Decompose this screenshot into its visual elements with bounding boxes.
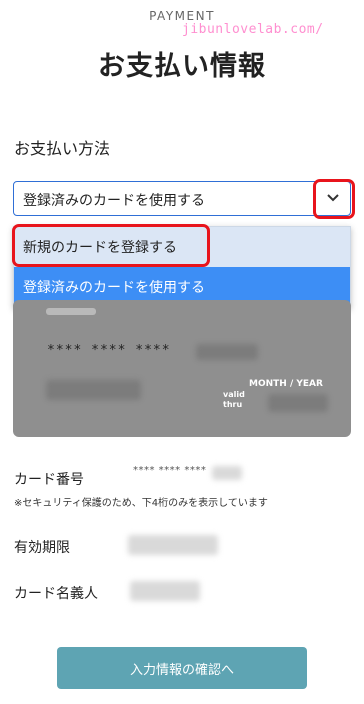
credit-card-preview: **** **** **** MONTH / YEAR valid thru bbox=[13, 300, 351, 437]
card-holder-value-blur bbox=[130, 581, 200, 601]
card-number-last4-blur bbox=[212, 466, 242, 480]
card-holder-blur bbox=[46, 380, 141, 400]
card-holder-label: カード名義人 bbox=[14, 586, 98, 602]
card-number-masked: **** **** **** bbox=[47, 343, 171, 358]
card-expiry-blur bbox=[268, 394, 328, 412]
expiry-value-blur bbox=[128, 535, 218, 555]
page-title: お支払い情報 bbox=[98, 51, 266, 82]
annotation-highlight-option bbox=[12, 224, 210, 267]
card-valid-thru: valid thru bbox=[223, 390, 245, 409]
confirm-button[interactable]: 入力情報の確認へ bbox=[57, 647, 307, 689]
card-last-digits-blur bbox=[196, 344, 258, 360]
payment-method-selected-value: 登録済みのカードを使用する bbox=[23, 193, 205, 209]
card-tab bbox=[46, 308, 96, 315]
payment-method-select[interactable]: 登録済みのカードを使用する bbox=[13, 181, 351, 216]
payment-method-label: お支払い方法 bbox=[14, 139, 111, 158]
card-number-label: カード番号 bbox=[14, 472, 84, 488]
annotation-highlight-chevron bbox=[313, 179, 355, 219]
watermark: jibunlovelab.com/ bbox=[182, 22, 324, 37]
card-number-value: **** **** **** bbox=[133, 465, 207, 476]
card-expiry-label: MONTH / YEAR bbox=[249, 379, 323, 389]
expiry-label: 有効期限 bbox=[14, 540, 70, 556]
security-note: ※セキュリティ保護のため、下4桁のみを表示しています bbox=[14, 498, 268, 509]
page-eyebrow: PAYMENT bbox=[149, 9, 215, 23]
